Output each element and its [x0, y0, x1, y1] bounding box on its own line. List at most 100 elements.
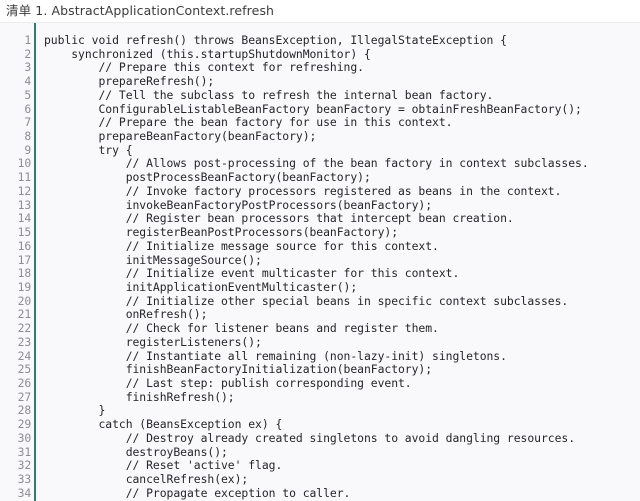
- line-number: 6: [24, 101, 31, 116]
- code-line: 34 // Propagate exception to caller.: [0, 485, 640, 501]
- line-number: 30: [17, 430, 32, 445]
- line-number: 19: [17, 279, 32, 294]
- code-line: 23 registerListeners();: [0, 334, 640, 350]
- code-line-text: finishRefresh();: [44, 389, 235, 404]
- code-line: 3 // Prepare this context for refreshing…: [0, 61, 640, 75]
- line-number: 10: [17, 156, 32, 171]
- line-number: 31: [17, 444, 32, 459]
- line-number: 22: [17, 321, 32, 336]
- code-line: 15 registerBeanPostProcessors(beanFactor…: [0, 225, 640, 240]
- code-line: 32 // Reset 'active' flag.: [0, 459, 640, 473]
- code-line-text: onRefresh();: [44, 307, 208, 322]
- code-line-text: cancelRefresh(ex);: [44, 472, 249, 486]
- code-line-text: // Prepare this context for refreshing.: [44, 60, 364, 75]
- code-line: 25 finishBeanFactoryInitialization(beanF…: [0, 363, 640, 377]
- line-number: 32: [17, 458, 32, 473]
- code-line-text: // Check for listener beans and register…: [44, 321, 439, 336]
- code-line-text: }: [44, 403, 106, 418]
- code-line: 24 // Instantiate all remaining (non-laz…: [0, 348, 640, 364]
- code-line: 4 prepareRefresh();: [0, 74, 640, 89]
- code-line: 17 initMessageSource();: [0, 252, 640, 268]
- line-number: 24: [17, 348, 32, 363]
- code-line-text: // Initialize message source for this co…: [44, 238, 439, 253]
- line-number: 33: [17, 472, 32, 486]
- line-number: 4: [24, 74, 31, 89]
- code-line-text: // Initialize other special beans in spe…: [44, 293, 569, 308]
- line-number: 15: [17, 225, 32, 240]
- line-number: 16: [17, 238, 32, 253]
- code-line-text: prepareRefresh();: [44, 74, 215, 89]
- code-line: 12 // Invoke factory processors register…: [0, 183, 640, 199]
- code-lines-container: 1 public void refresh() throws BeansExcep…: [0, 23, 640, 500]
- code-line: 10 // Allows post-processing of the bean…: [0, 157, 640, 171]
- listing-caption-bar: 清单 1. AbstractApplicationContext.refresh: [0, 0, 640, 23]
- line-number: 23: [17, 334, 32, 349]
- line-number: 29: [17, 417, 32, 432]
- line-number: 28: [17, 403, 32, 418]
- code-line: 6 ConfigurableListableBeanFactory beanFa…: [0, 101, 640, 117]
- code-line: 14 // Register bean processors that inte…: [0, 212, 640, 226]
- line-number: 3: [24, 60, 31, 75]
- line-number: 27: [17, 389, 32, 404]
- listing-caption-text: 清单 1. AbstractApplicationContext.refresh: [6, 3, 275, 18]
- line-number: 8: [24, 129, 31, 144]
- line-number: 18: [17, 266, 32, 281]
- code-line-text: // Invoke factory processors registered …: [44, 183, 562, 198]
- code-line: 33 cancelRefresh(ex);: [0, 472, 640, 487]
- code-line: 7 // Prepare the bean factory for use in…: [0, 116, 640, 130]
- line-number: 25: [17, 362, 32, 377]
- code-line: 9 try {: [0, 142, 640, 158]
- line-number: 1: [24, 33, 31, 47]
- code-block[interactable]: 1 public void refresh() throws BeansExcep…: [0, 23, 640, 501]
- code-line-text: initApplicationEventMulticaster();: [44, 279, 358, 294]
- code-line-text: finishBeanFactoryInitialization(beanFact…: [44, 362, 433, 377]
- line-number: 14: [17, 211, 32, 226]
- code-line: 16 // Initialize message source for this…: [0, 238, 640, 254]
- line-number: 21: [17, 307, 32, 322]
- code-line: 2 synchronized (this.startupShutdownMoni…: [0, 46, 640, 62]
- code-line: 28 }: [0, 404, 640, 418]
- code-line-text: // Last step: publish corresponding even…: [44, 375, 412, 390]
- code-line: 31 destroyBeans();: [0, 444, 640, 460]
- code-line: 30 // Destroy already created singletons…: [0, 430, 640, 446]
- code-line: 8 prepareBeanFactory(beanFactory);: [0, 129, 640, 144]
- code-line-text: registerListeners();: [44, 334, 262, 349]
- code-line-text: registerBeanPostProcessors(beanFactory);: [44, 225, 399, 240]
- code-line-text: prepareBeanFactory(beanFactory);: [44, 129, 317, 144]
- code-line-text: public void refresh() throws BeansExcept…: [44, 33, 507, 47]
- code-line-text: destroyBeans();: [44, 444, 228, 459]
- code-line-text: // Propagate exception to caller.: [44, 485, 351, 500]
- code-line: 13 invokeBeanFactoryPostProcessors(beanF…: [0, 197, 640, 213]
- line-number: 13: [17, 197, 32, 212]
- code-line-text: ConfigurableListableBeanFactory beanFact…: [44, 101, 582, 116]
- code-line: 20 // Initialize other special beans in …: [0, 293, 640, 309]
- code-line-text: postProcessBeanFactory(beanFactory);: [44, 170, 371, 185]
- code-line: 27 finishRefresh();: [0, 389, 640, 405]
- code-line-text: // Reset 'active' flag.: [44, 458, 283, 473]
- code-line: 1 public void refresh() throws BeansExcep…: [0, 33, 640, 48]
- code-line: 5 // Tell the subclass to refresh the in…: [0, 87, 640, 103]
- code-line-text: initMessageSource();: [44, 252, 262, 267]
- line-number: 7: [24, 115, 31, 130]
- code-listing-page: 清单 1. AbstractApplicationContext.refresh…: [0, 0, 640, 501]
- code-line-text: // Prepare the bean factory for use in t…: [44, 115, 453, 130]
- line-number: 5: [24, 87, 31, 102]
- code-line: 29 catch (BeansException ex) {: [0, 417, 640, 432]
- code-line-text: catch (BeansException ex) {: [44, 417, 283, 432]
- line-number: 26: [17, 375, 32, 390]
- code-line-text: // Initialize event multicaster for this…: [44, 266, 460, 281]
- code-line-text: // Tell the subclass to refresh the inte…: [44, 87, 494, 102]
- code-line: 18 // Initialize event multicaster for t…: [0, 266, 640, 281]
- code-line: 21 onRefresh();: [0, 308, 640, 322]
- line-number: 11: [17, 170, 32, 185]
- code-line: 19 initApplicationEventMulticaster();: [0, 279, 640, 295]
- code-line-text: synchronized (this.startupShutdownMonito…: [44, 46, 371, 61]
- code-line-text: // Instantiate all remaining (non-lazy-i…: [44, 348, 507, 363]
- code-line-text: invokeBeanFactoryPostProcessors(beanFact…: [44, 197, 433, 212]
- code-line: 11 postProcessBeanFactory(beanFactory);: [0, 170, 640, 185]
- line-number: 2: [24, 46, 31, 61]
- code-line-text: // Destroy already created singletons to…: [44, 430, 576, 445]
- code-line-text: try {: [44, 142, 133, 157]
- line-number: 17: [17, 252, 32, 267]
- line-number: 9: [24, 142, 31, 157]
